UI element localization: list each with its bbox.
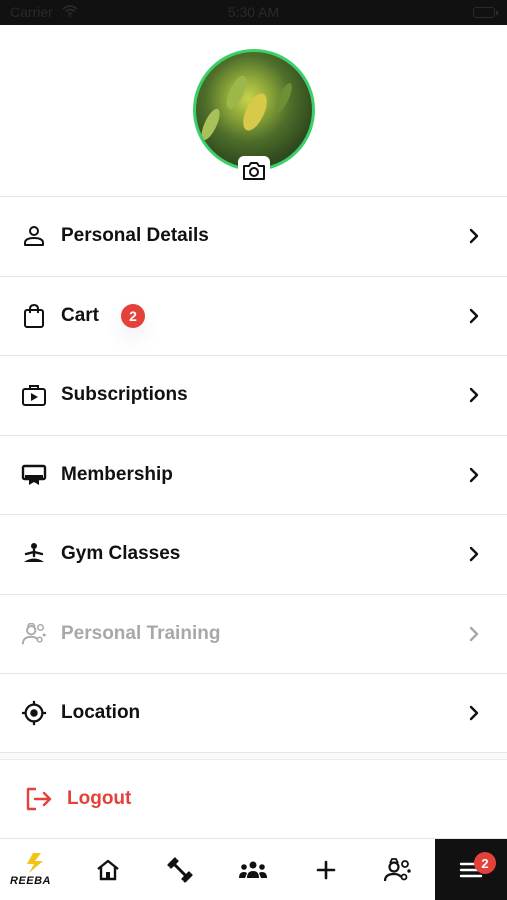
yoga-icon: [21, 541, 47, 567]
cart-count-badge: 2: [121, 303, 145, 328]
dumbbell-icon: [167, 857, 193, 883]
battery-icon: [473, 7, 498, 18]
change-photo-button[interactable]: [238, 156, 270, 186]
tab-logo[interactable]: [0, 839, 72, 900]
menu-item-cart[interactable]: Cart 2: [0, 275, 507, 356]
logout-label: Logout: [67, 788, 132, 809]
home-icon: [97, 859, 119, 881]
menu-item-label: Personal Training: [61, 622, 221, 644]
status-bar: Carrier 5:30 AM: [0, 0, 507, 25]
logout-icon: [26, 787, 52, 811]
menu-item-label: Location: [61, 702, 141, 724]
menu-item-membership[interactable]: Membership: [0, 434, 507, 515]
tab-community[interactable]: [217, 839, 289, 900]
avatar-photo: [238, 90, 272, 134]
group-icon: [239, 861, 267, 878]
trainer-icon: [383, 858, 411, 882]
tab-trainer[interactable]: [362, 839, 434, 900]
person-icon: [21, 223, 47, 249]
reeba-logo-icon: [27, 853, 43, 873]
chevron-right-icon: [469, 229, 479, 244]
menu-item-personal-training[interactable]: Personal Training: [0, 593, 507, 674]
chevron-right-icon: [469, 388, 479, 403]
chevron-right-icon: [469, 547, 479, 562]
menu-item-label: Cart: [61, 304, 100, 326]
menu-item-gym-classes[interactable]: Gym Classes: [0, 514, 507, 594]
menu-item-subscriptions[interactable]: Subscriptions: [0, 355, 507, 435]
menu-item-personal-details[interactable]: Personal Details: [0, 196, 507, 276]
play-bag-icon: [21, 382, 47, 408]
chevron-right-icon: [469, 308, 479, 323]
logout-button[interactable]: Logout: [0, 760, 507, 838]
shopping-bag-icon: [21, 303, 47, 329]
reeba-logo-text: REEBA: [10, 875, 52, 887]
section-divider: [0, 752, 507, 760]
profile-menu: Personal Details Cart 2 Subscriptions Me…: [0, 196, 507, 753]
location-target-icon: [21, 700, 47, 726]
tab-menu[interactable]: [435, 839, 507, 900]
trainer-icon: [21, 621, 47, 647]
tab-workouts[interactable]: [144, 839, 216, 900]
menu-item-label: Personal Details: [61, 225, 209, 247]
profile-avatar[interactable]: [193, 49, 315, 171]
menu-item-location[interactable]: Location: [0, 673, 507, 753]
menu-item-label: Gym Classes: [61, 543, 181, 565]
camera-icon: [243, 162, 265, 180]
menu-notification-badge: 2: [474, 852, 496, 874]
chevron-right-icon: [469, 706, 479, 721]
menu-item-label: Subscriptions: [61, 384, 188, 406]
tab-add[interactable]: [290, 839, 362, 900]
chevron-right-icon: [469, 626, 479, 641]
membership-card-icon: [21, 462, 47, 488]
bottom-tab-bar: [0, 838, 507, 900]
clock: 5:30 AM: [227, 4, 280, 20]
menu-item-label: Membership: [61, 463, 173, 485]
chevron-right-icon: [469, 467, 479, 482]
tab-home[interactable]: [72, 839, 144, 900]
plus-icon: [316, 860, 336, 880]
